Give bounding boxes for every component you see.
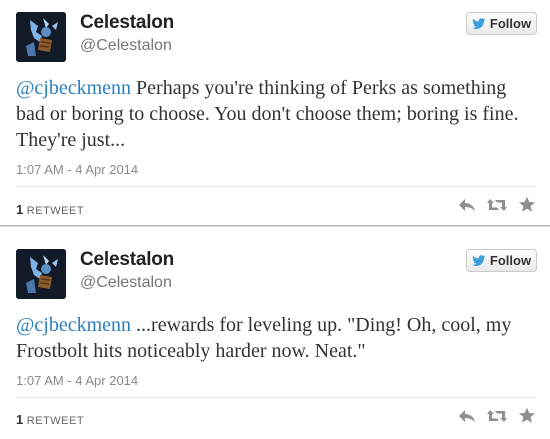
retweet-icon bbox=[487, 409, 507, 422]
retweet-stat-label: RETWEET bbox=[26, 205, 85, 217]
star-icon bbox=[519, 196, 535, 212]
divider bbox=[16, 186, 536, 187]
retweet-icon bbox=[487, 198, 507, 211]
timestamp[interactable]: 1:07 AM - 4 Apr 2014 bbox=[16, 162, 138, 177]
author-handle[interactable]: @Celestalon bbox=[80, 37, 172, 55]
author-name[interactable]: Celestalon bbox=[80, 12, 174, 34]
reply-button[interactable] bbox=[458, 198, 476, 217]
twitter-bird-icon bbox=[472, 17, 486, 29]
avatar[interactable] bbox=[16, 12, 66, 62]
tweet-text: @cjbeckmenn ...rewards for leveling up. … bbox=[16, 312, 536, 364]
favorite-button[interactable] bbox=[518, 196, 536, 218]
retweet-count: 1 bbox=[16, 202, 24, 217]
tweet-text: @cjbeckmenn Perhaps you're thinking of P… bbox=[16, 75, 536, 153]
retweet-button[interactable] bbox=[486, 197, 508, 218]
avatar-image bbox=[16, 12, 66, 62]
avatar-image bbox=[16, 249, 66, 299]
avatar[interactable] bbox=[16, 249, 66, 299]
retweet-stats[interactable]: 1 RETWEET bbox=[16, 202, 84, 217]
reply-icon bbox=[459, 198, 475, 211]
divider bbox=[16, 397, 536, 398]
twitter-bird-icon bbox=[472, 254, 486, 266]
tweet-actions bbox=[458, 196, 536, 218]
author-handle[interactable]: @Celestalon bbox=[80, 274, 172, 292]
retweet-count: 1 bbox=[16, 412, 24, 427]
favorite-button[interactable] bbox=[518, 407, 536, 429]
tweet-actions bbox=[458, 407, 536, 429]
mention-link[interactable]: @cjbeckmenn bbox=[16, 77, 131, 99]
author-name[interactable]: Celestalon bbox=[80, 249, 174, 271]
mention-link[interactable]: @cjbeckmenn bbox=[16, 314, 131, 336]
retweet-stat-label: RETWEET bbox=[26, 415, 85, 427]
timestamp[interactable]: 1:07 AM - 4 Apr 2014 bbox=[16, 373, 138, 388]
reply-button[interactable] bbox=[458, 409, 476, 428]
retweet-stats[interactable]: 1 RETWEET bbox=[16, 412, 84, 427]
follow-label: Follow bbox=[489, 253, 532, 268]
follow-label: Follow bbox=[489, 16, 532, 31]
retweet-button[interactable] bbox=[486, 408, 508, 429]
follow-button[interactable]: Follow bbox=[466, 12, 537, 35]
star-icon bbox=[519, 407, 535, 423]
follow-button[interactable]: Follow bbox=[466, 249, 537, 272]
tweet-1: Celestalon @Celestalon Follow @cjbeckmen… bbox=[0, 0, 550, 225]
reply-icon bbox=[459, 409, 475, 422]
tweet-2: Celestalon @Celestalon Follow @cjbeckmen… bbox=[0, 227, 550, 439]
